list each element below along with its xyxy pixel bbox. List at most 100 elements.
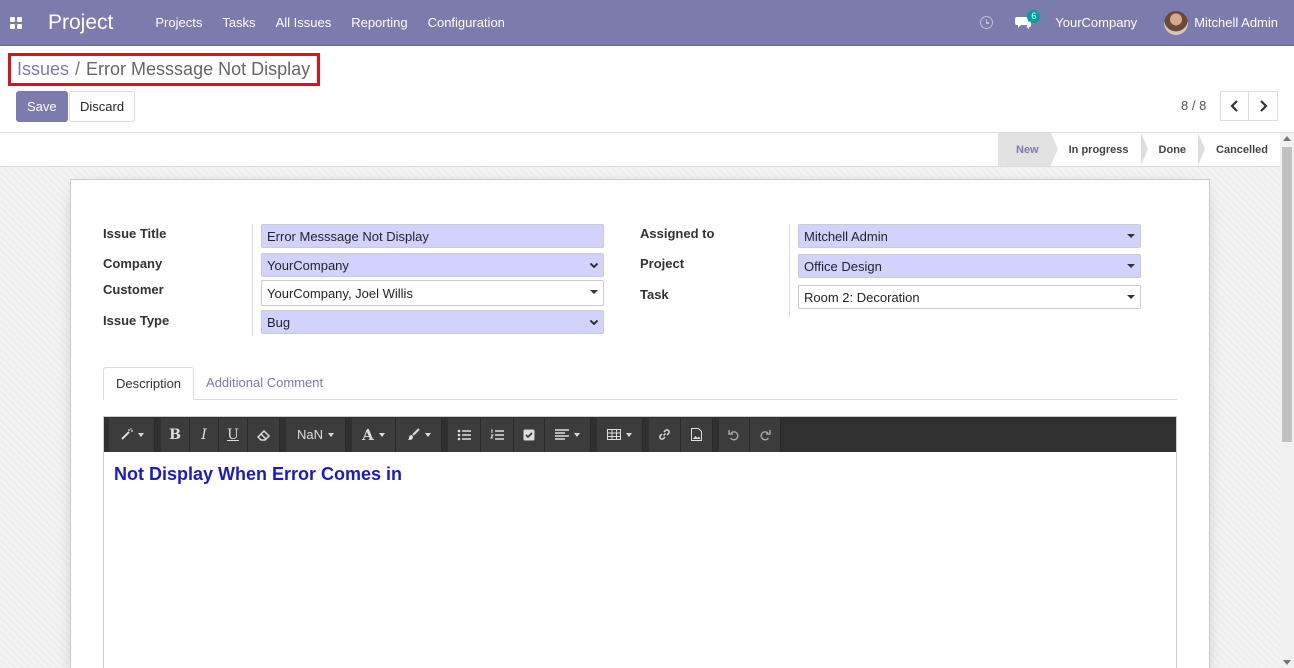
menu-all-issues[interactable]: All Issues bbox=[266, 0, 342, 46]
page-scrollbar[interactable] bbox=[1280, 133, 1294, 668]
undo-icon bbox=[728, 429, 739, 440]
menu-reporting[interactable]: Reporting bbox=[341, 0, 417, 46]
description-heading: Not Display When Error Comes in bbox=[114, 464, 403, 484]
checkbox-icon bbox=[523, 429, 535, 440]
description-editor: B I U NaN A Not Display When Error Comes… bbox=[103, 416, 1177, 668]
breadcrumb-issues-link[interactable]: Issues bbox=[17, 59, 69, 80]
magic-wand-icon bbox=[120, 428, 133, 440]
discard-button[interactable]: Discard bbox=[69, 91, 136, 122]
pager-value: 8 / 8 bbox=[1181, 98, 1207, 113]
chevron-left-icon bbox=[1230, 100, 1238, 112]
eraser-button[interactable] bbox=[248, 417, 280, 452]
company-select-value: YourCompany bbox=[267, 257, 349, 273]
highlight-color-button[interactable] bbox=[396, 417, 442, 452]
task-label: Task bbox=[640, 287, 669, 302]
company-switcher[interactable]: YourCompany bbox=[1055, 15, 1137, 30]
stage-new[interactable]: New bbox=[998, 133, 1058, 166]
project-field-value: Office Design bbox=[804, 258, 882, 274]
activity-clock-icon[interactable] bbox=[980, 16, 994, 29]
status-bar: New In progress Done Cancelled bbox=[0, 132, 1294, 167]
redo-button[interactable] bbox=[750, 417, 781, 452]
issue-type-select-value: Bug bbox=[267, 314, 291, 330]
scroll-up-arrow-icon[interactable] bbox=[1283, 136, 1291, 141]
project-label: Project bbox=[640, 256, 685, 271]
issue-type-label: Issue Type bbox=[103, 313, 170, 328]
tab-additional-comment[interactable]: Additional Comment bbox=[194, 367, 335, 399]
numbered-list-icon bbox=[490, 429, 504, 440]
dropdown-caret-icon bbox=[1127, 234, 1135, 238]
pager-buttons bbox=[1220, 91, 1278, 121]
menu-configuration[interactable]: Configuration bbox=[418, 0, 515, 46]
style-wand-button[interactable] bbox=[109, 417, 155, 452]
stage-in-progress[interactable]: In progress bbox=[1051, 133, 1148, 166]
select-arrow-icon bbox=[589, 262, 599, 269]
bold-button[interactable]: B bbox=[161, 417, 190, 452]
menu-projects[interactable]: Projects bbox=[145, 0, 212, 46]
editor-toolbar: B I U NaN A bbox=[104, 417, 1176, 452]
customer-field[interactable]: YourCompany, Joel Willis bbox=[261, 280, 604, 306]
apps-menu-icon[interactable] bbox=[0, 0, 32, 46]
task-field-value: Room 2: Decoration bbox=[804, 289, 920, 305]
table-icon bbox=[607, 429, 621, 440]
top-navbar: Project Projects Tasks All Issues Report… bbox=[0, 0, 1294, 46]
image-file-icon bbox=[691, 428, 702, 441]
link-icon bbox=[659, 429, 670, 440]
align-dropdown[interactable] bbox=[545, 417, 591, 452]
tab-description[interactable]: Description bbox=[103, 367, 195, 400]
user-menu[interactable]: Mitchell Admin bbox=[1164, 10, 1278, 35]
issue-title-input[interactable]: Error Messsage Not Display bbox=[261, 224, 604, 248]
editor-content-area[interactable]: Not Display When Error Comes in bbox=[104, 452, 1176, 497]
messages-count-badge: 6 bbox=[1027, 9, 1041, 23]
task-field[interactable]: Room 2: Decoration bbox=[798, 285, 1141, 309]
bullet-list-icon bbox=[457, 429, 471, 440]
insert-link-button[interactable] bbox=[649, 417, 681, 452]
chevron-right-icon bbox=[1259, 100, 1268, 112]
bullet-list-button[interactable] bbox=[448, 417, 481, 452]
numbered-list-button[interactable] bbox=[481, 417, 514, 452]
dropdown-caret-icon bbox=[1127, 295, 1135, 299]
paint-brush-icon bbox=[407, 428, 420, 440]
company-label: Company bbox=[103, 256, 163, 271]
font-color-button[interactable]: A bbox=[352, 417, 396, 452]
stage-pipeline: New In progress Done Cancelled bbox=[998, 133, 1280, 166]
assigned-to-label: Assigned to bbox=[640, 226, 715, 241]
italic-button[interactable]: I bbox=[190, 417, 219, 452]
select-arrow-icon bbox=[589, 319, 599, 326]
messages-chat-icon[interactable]: 6 bbox=[1015, 9, 1041, 31]
undo-button[interactable] bbox=[719, 417, 750, 452]
main-menu: Projects Tasks All Issues Reporting Conf… bbox=[145, 0, 515, 46]
save-button[interactable]: Save bbox=[16, 91, 68, 122]
breadcrumb-separator: / bbox=[75, 59, 81, 79]
issue-type-select[interactable]: Bug bbox=[261, 310, 604, 334]
right-column-divider bbox=[789, 224, 790, 316]
pager-previous-button[interactable] bbox=[1220, 91, 1249, 121]
customer-label: Customer bbox=[103, 282, 164, 297]
notebook-tabs: Description Additional Comment bbox=[103, 367, 1177, 400]
issue-title-label: Issue Title bbox=[103, 226, 167, 241]
checklist-button[interactable] bbox=[514, 417, 545, 452]
insert-media-button[interactable] bbox=[681, 417, 713, 452]
underline-button[interactable]: U bbox=[219, 417, 248, 452]
align-left-icon bbox=[555, 429, 569, 440]
menu-tasks[interactable]: Tasks bbox=[212, 0, 265, 46]
font-size-dropdown[interactable]: NaN bbox=[286, 417, 346, 452]
scrollbar-thumb[interactable] bbox=[1282, 147, 1292, 442]
redo-icon bbox=[760, 429, 771, 440]
assigned-to-field[interactable]: Mitchell Admin bbox=[798, 224, 1141, 248]
eraser-icon bbox=[256, 429, 270, 441]
stage-cancelled[interactable]: Cancelled bbox=[1198, 133, 1280, 166]
stage-done[interactable]: Done bbox=[1141, 133, 1205, 166]
scroll-down-arrow-icon[interactable] bbox=[1283, 660, 1291, 665]
breadcrumb: Issues / Error Messsage Not Display bbox=[8, 53, 320, 86]
dropdown-caret-icon bbox=[1127, 264, 1135, 268]
pager-next-button[interactable] bbox=[1249, 91, 1278, 121]
left-column-divider bbox=[252, 224, 253, 336]
customer-field-value: YourCompany, Joel Willis bbox=[267, 285, 413, 301]
company-select[interactable]: YourCompany bbox=[261, 253, 604, 277]
app-title[interactable]: Project bbox=[48, 11, 113, 35]
table-dropdown[interactable] bbox=[597, 417, 643, 452]
assigned-to-value: Mitchell Admin bbox=[804, 228, 888, 244]
project-field[interactable]: Office Design bbox=[798, 254, 1141, 278]
user-name: Mitchell Admin bbox=[1194, 15, 1278, 30]
font-size-value: NaN bbox=[296, 427, 323, 442]
